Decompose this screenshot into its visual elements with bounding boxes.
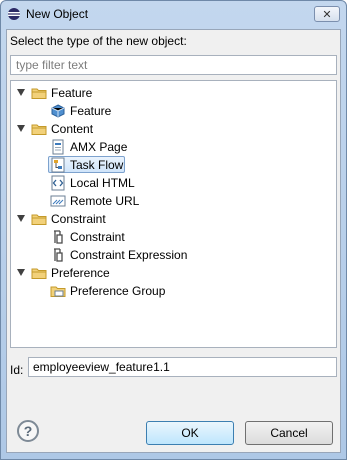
expand-arrow-icon[interactable] bbox=[17, 215, 25, 222]
filter-input[interactable] bbox=[10, 55, 337, 75]
tree-item-preference-category[interactable]: Preference bbox=[11, 264, 336, 282]
tree-item-label: Constraint bbox=[51, 212, 106, 226]
tree-item-label: Preference bbox=[51, 266, 110, 280]
remote-url-icon bbox=[50, 195, 66, 207]
help-button[interactable]: ? bbox=[17, 420, 39, 442]
tree-item-remote-url[interactable]: Remote URL bbox=[11, 192, 336, 210]
tree-item-label: Remote URL bbox=[70, 194, 140, 208]
help-icon: ? bbox=[23, 423, 33, 439]
expand-arrow-icon[interactable] bbox=[17, 89, 25, 96]
expand-arrow-icon[interactable] bbox=[17, 125, 25, 132]
object-type-tree[interactable]: Feature Feature Content AMX Page Task Fl… bbox=[10, 80, 337, 348]
tree-item-label: Feature bbox=[70, 104, 112, 118]
tree-item-label: AMX Page bbox=[70, 140, 128, 154]
tree-item-label: Feature bbox=[51, 86, 93, 100]
tree-item-constraint[interactable]: Constraint bbox=[11, 228, 336, 246]
tree-item-constraint-expression[interactable]: Constraint Expression bbox=[11, 246, 336, 264]
dialog-body: Select the type of the new object: Featu… bbox=[6, 29, 341, 453]
id-label: Id: bbox=[10, 363, 24, 377]
tree-item-label: Content bbox=[51, 122, 94, 136]
tree-item-preference-group[interactable]: Preference Group bbox=[11, 282, 336, 300]
title-bar[interactable]: New Object ✕ bbox=[1, 1, 346, 29]
folder-icon bbox=[31, 214, 47, 225]
html-icon bbox=[51, 175, 65, 191]
folder-icon bbox=[31, 124, 47, 135]
tree-item-constraint-category[interactable]: Constraint bbox=[11, 210, 336, 228]
folder-icon bbox=[31, 268, 47, 279]
close-button[interactable]: ✕ bbox=[314, 6, 340, 22]
preference-group-icon bbox=[50, 286, 66, 297]
tree-item-label: Constraint bbox=[70, 230, 125, 244]
tree-item-feature-category[interactable]: Feature bbox=[11, 84, 336, 102]
tree-item-task-flow[interactable]: Task Flow bbox=[11, 156, 336, 174]
window-title: New Object bbox=[26, 7, 89, 21]
amx-page-icon bbox=[52, 139, 64, 155]
expand-arrow-icon[interactable] bbox=[17, 269, 25, 276]
feature-icon bbox=[51, 104, 65, 118]
close-icon: ✕ bbox=[322, 8, 332, 21]
constraint-icon bbox=[54, 248, 63, 262]
tree-item-feature[interactable]: Feature bbox=[11, 102, 336, 120]
app-icon bbox=[8, 8, 20, 20]
tree-item-label: Constraint Expression bbox=[70, 248, 188, 262]
prompt-label: Select the type of the new object: bbox=[10, 34, 187, 48]
constraint-icon bbox=[54, 230, 63, 244]
tree-item-amx-page[interactable]: AMX Page bbox=[11, 138, 336, 156]
tree-item-label: Preference Group bbox=[70, 284, 166, 298]
ok-button[interactable]: OK bbox=[146, 421, 234, 445]
tree-item-content-category[interactable]: Content bbox=[11, 120, 336, 138]
tree-item-label: Task Flow bbox=[70, 158, 124, 172]
cancel-button[interactable]: Cancel bbox=[245, 421, 333, 445]
tree-item-label: Local HTML bbox=[70, 176, 135, 190]
dialog-window: New Object ✕ Select the type of the new … bbox=[0, 0, 347, 460]
task-flow-icon bbox=[51, 157, 65, 173]
tree-item-local-html[interactable]: Local HTML bbox=[11, 174, 336, 192]
id-input[interactable] bbox=[28, 357, 337, 377]
folder-icon bbox=[31, 88, 47, 99]
